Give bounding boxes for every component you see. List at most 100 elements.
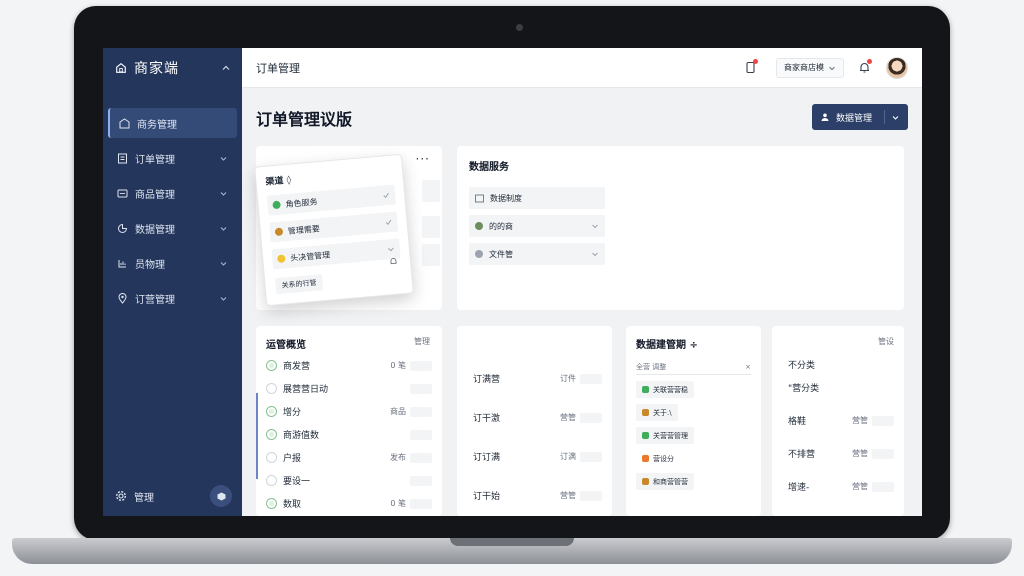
toggle-placeholder[interactable] bbox=[580, 451, 602, 462]
status-dot-icon bbox=[475, 250, 483, 258]
list-item[interactable]: 不分类 bbox=[782, 356, 894, 373]
notification-dot bbox=[753, 58, 758, 64]
list-item[interactable]: 要设一 bbox=[266, 472, 432, 489]
tag-icon bbox=[642, 386, 649, 393]
chevron-down-icon bbox=[217, 222, 229, 234]
data-manage-button[interactable]: 数据管理 bbox=[812, 104, 908, 130]
circle-icon bbox=[266, 452, 277, 463]
toggle-placeholder[interactable] bbox=[410, 452, 432, 463]
list-item[interactable]: 数取 0 笔 bbox=[266, 495, 432, 512]
toggle-placeholder[interactable] bbox=[410, 429, 432, 440]
list-item-label: 商游值数 bbox=[283, 431, 320, 441]
list-item[interactable]: "营分类 bbox=[782, 379, 894, 396]
search-input-value: 全营 调整 bbox=[636, 362, 667, 371]
orders-list: 商发营 0 笔展营营日动增分 商品商游值数户报 发布要设一数取 0 笔 bbox=[266, 357, 432, 512]
toggle-placeholder[interactable] bbox=[410, 406, 432, 417]
data-row[interactable]: 文件管 bbox=[469, 243, 605, 265]
tag-list: 关联营营稳关于.\ 关营营管理营设分和商营管营 bbox=[636, 375, 751, 490]
list-item-label: 订干始 bbox=[473, 492, 501, 502]
toggle-placeholder[interactable] bbox=[410, 383, 432, 394]
list-item-label: "营分类 bbox=[788, 384, 820, 394]
filter-panel-footer[interactable]: 关系的行管 bbox=[274, 274, 324, 295]
toggle-placeholder[interactable] bbox=[410, 360, 432, 371]
tag-wrapper: 营设分 bbox=[636, 444, 751, 467]
toggle-placeholder[interactable] bbox=[580, 490, 602, 501]
data-row-label: 的的商 bbox=[489, 221, 513, 231]
sidebar-item-orders[interactable]: 订单管理 bbox=[108, 143, 237, 173]
list-item[interactable]: 订干始 营管 bbox=[467, 487, 602, 504]
list-item[interactable]: 不排营 营管 bbox=[782, 445, 894, 462]
tag-item[interactable]: 营设分 bbox=[636, 450, 680, 467]
sidebar-item-store[interactable]: 商务管理 bbox=[108, 108, 237, 138]
brand[interactable]: 商家端 bbox=[103, 48, 242, 88]
data-manage-label: 数据管理 bbox=[836, 113, 873, 124]
gear-icon[interactable] bbox=[115, 490, 127, 502]
column-card-2: 数据建管期 ÷ 全营 调整 × 关联营营稳 关于.\ 关营营管理 营设分 和商营管营 bbox=[626, 326, 761, 516]
tag-wrapper: 和商营管营 bbox=[636, 467, 751, 490]
sidebar-item-staff[interactable]: 员物理 bbox=[108, 248, 237, 278]
sidebar-footer: 管理 bbox=[103, 476, 242, 516]
list-item[interactable]: 订满营 订件 bbox=[467, 370, 602, 387]
list-item[interactable]: 格鞋 营管 bbox=[782, 412, 894, 429]
button-divider bbox=[884, 110, 885, 124]
check-circle-icon bbox=[266, 360, 277, 371]
camera-icon bbox=[516, 24, 523, 31]
filter-option[interactable]: 头决管管理 bbox=[271, 238, 401, 270]
close-icon[interactable]: × bbox=[745, 363, 751, 371]
sidebar-item-products[interactable]: 商品管理 bbox=[108, 178, 237, 208]
filter-option[interactable]: 管理需要 bbox=[269, 211, 399, 243]
toggle-placeholder[interactable] bbox=[410, 498, 432, 509]
placeholder-box bbox=[422, 244, 440, 266]
breadcrumb[interactable]: 订单管理 bbox=[256, 60, 730, 76]
card-link[interactable]: 管设 bbox=[878, 336, 894, 347]
avatar[interactable] bbox=[886, 56, 908, 79]
toggle-placeholder[interactable] bbox=[872, 481, 894, 492]
column-card-3: 管设 不分类 "营分类格鞋 营管不排营 营管增速- 营管 bbox=[772, 326, 904, 516]
toggle-placeholder[interactable] bbox=[580, 412, 602, 423]
data-row[interactable]: 的的商 bbox=[469, 215, 605, 237]
chevron-down-icon bbox=[892, 115, 899, 120]
tag-item[interactable]: 关营营管理 bbox=[636, 427, 694, 444]
bell-button[interactable] bbox=[852, 56, 876, 80]
staff-icon bbox=[116, 257, 128, 269]
toggle-placeholder[interactable] bbox=[410, 475, 432, 486]
list-item[interactable]: 户报 发布 bbox=[266, 449, 432, 466]
toggle-placeholder[interactable] bbox=[872, 415, 894, 426]
list-item[interactable]: 订干激 营管 bbox=[467, 409, 602, 426]
filter-option[interactable]: 角色服务 bbox=[266, 184, 397, 216]
search-input[interactable]: 全营 调整 × bbox=[636, 359, 751, 375]
filter-option-label: 管理需要 bbox=[287, 223, 321, 236]
data-row[interactable]: 数据制度 bbox=[469, 187, 605, 209]
collapse-sidebar-button[interactable] bbox=[210, 485, 232, 507]
list-item-value: 0 笔 bbox=[390, 499, 406, 508]
check-circle-icon bbox=[266, 429, 277, 440]
list-item[interactable]: 展营营日动 bbox=[266, 380, 432, 397]
list-item[interactable]: 增速- 营管 bbox=[782, 478, 894, 495]
more-icon[interactable]: ··· bbox=[416, 152, 430, 166]
sidebar-item-location[interactable]: 订营管理 bbox=[108, 283, 237, 313]
toggle-placeholder[interactable] bbox=[580, 373, 602, 384]
filter-panel-title: 渠道 ◊ bbox=[265, 175, 292, 188]
settings-label[interactable]: 管理 bbox=[134, 489, 210, 504]
list-item[interactable]: 订订满 订满 bbox=[467, 448, 602, 465]
toggle-placeholder[interactable] bbox=[872, 448, 894, 459]
chevron-up-icon[interactable] bbox=[220, 62, 232, 74]
tag-icon bbox=[642, 455, 649, 462]
orders-overview-card: 运管概览 管理 商发营 0 笔展营营日动 增分 商品 商游值数 户报 发布 要设一 数取 0 笔 bbox=[256, 326, 442, 516]
status-dot-icon bbox=[272, 200, 281, 210]
list-item[interactable]: 商游值数 bbox=[266, 426, 432, 443]
chevron-down-icon bbox=[217, 257, 229, 269]
list-item-value: 营管 bbox=[852, 482, 868, 491]
list-item[interactable]: 增分 商品 bbox=[266, 403, 432, 420]
sidebar-item-data[interactable]: 数据管理 bbox=[108, 213, 237, 243]
tag-item[interactable]: 关联营营稳 bbox=[636, 381, 694, 398]
filter-option-label: 角色服务 bbox=[285, 196, 318, 209]
store-select[interactable]: 商家商店模 bbox=[776, 57, 844, 78]
tag-item[interactable]: 和商营管营 bbox=[636, 473, 694, 490]
card-link[interactable]: 管理 bbox=[414, 336, 430, 347]
message-button[interactable] bbox=[738, 56, 762, 80]
list-item[interactable]: 商发营 0 笔 bbox=[266, 357, 432, 374]
tag-label: 营设分 bbox=[653, 454, 674, 463]
sidebar-item-label: 员物理 bbox=[135, 259, 165, 271]
tag-item[interactable]: 关于.\ bbox=[636, 404, 678, 421]
